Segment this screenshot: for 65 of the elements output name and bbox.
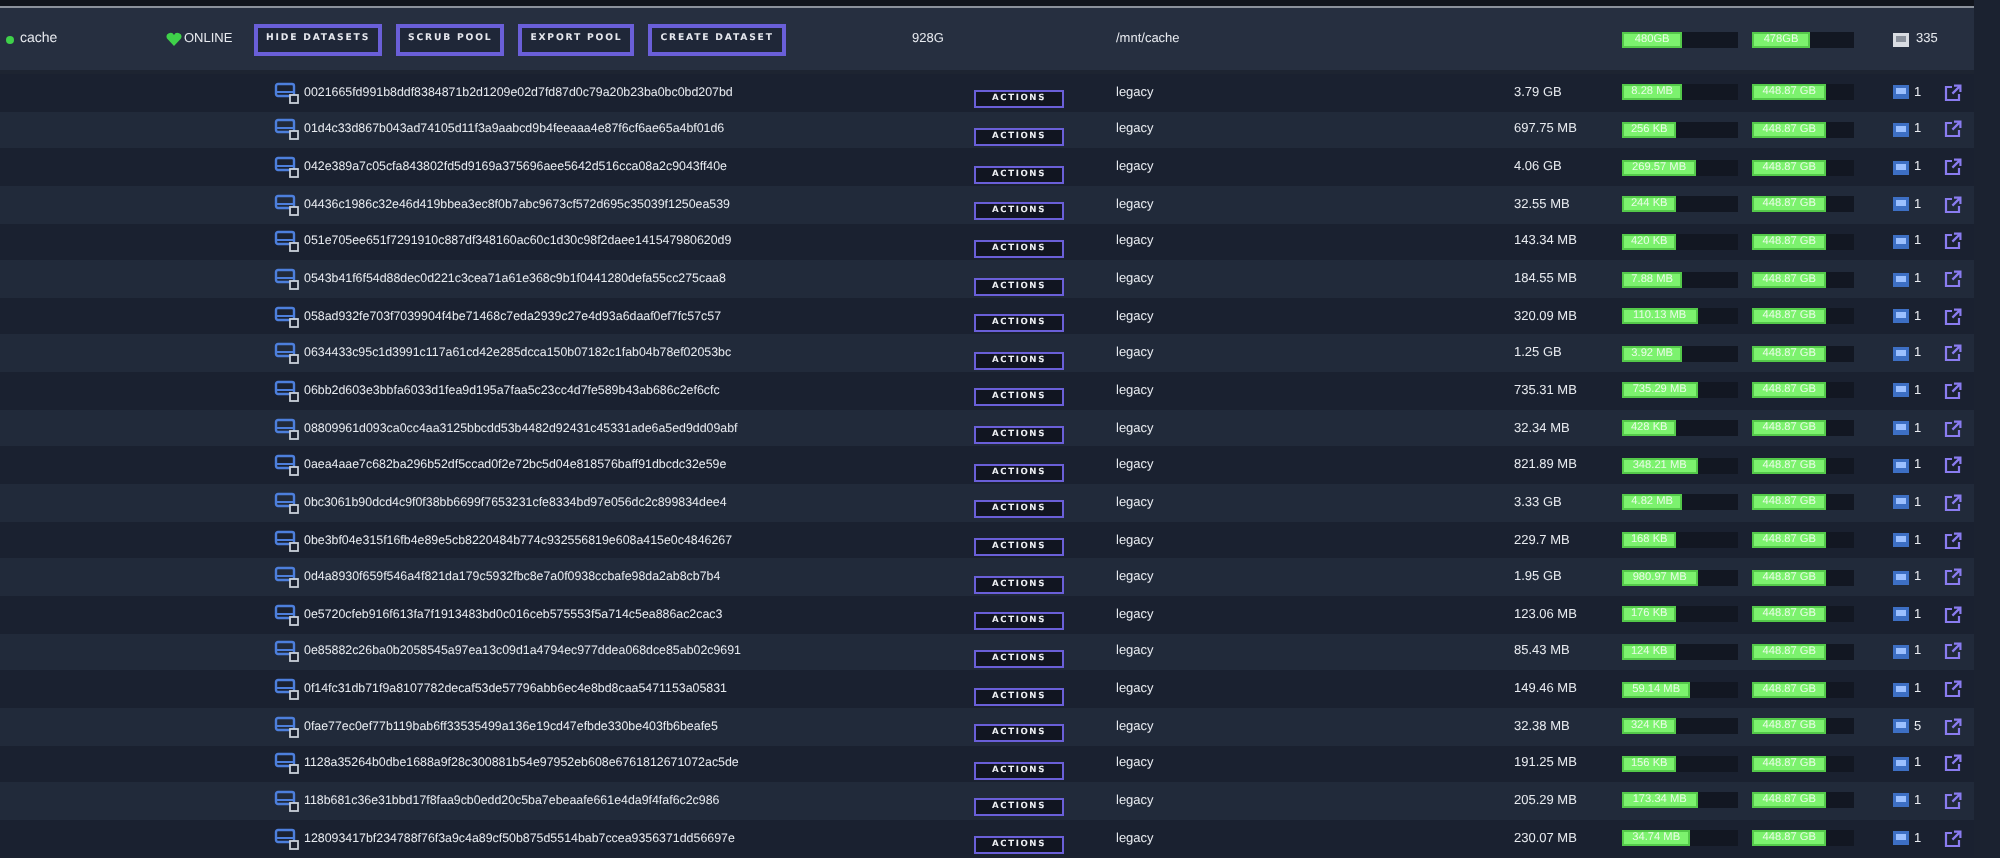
disk-icon [1892, 755, 1910, 772]
external-link-icon[interactable] [1944, 829, 1962, 848]
heart-icon [166, 32, 182, 46]
disk-icon [1892, 457, 1910, 474]
dataset-icon [274, 268, 300, 291]
disk-icon [1892, 681, 1910, 698]
external-link-icon[interactable] [1944, 195, 1962, 214]
external-link-icon[interactable] [1944, 531, 1962, 549]
external-link-icon[interactable] [1944, 120, 1962, 139]
dataset-icon [274, 640, 300, 663]
disk-icon [1892, 420, 1910, 437]
disk-icon [1892, 345, 1910, 362]
external-link-icon[interactable] [1944, 754, 1962, 773]
dataset-icon [274, 566, 300, 589]
external-link-icon[interactable] [1944, 270, 1962, 289]
external-link-icon[interactable] [1944, 568, 1962, 587]
dataset-icon [274, 454, 300, 477]
dataset-icon [274, 156, 300, 179]
disk-icon [1892, 121, 1910, 138]
disk-icon [1892, 271, 1910, 288]
external-link-icon[interactable] [1944, 307, 1962, 326]
dataset-icon [274, 603, 300, 626]
disk-icon [1892, 532, 1910, 548]
external-link-icon[interactable] [1944, 791, 1962, 810]
external-link-icon[interactable] [1944, 717, 1962, 736]
dataset-icon [274, 827, 300, 850]
external-link-icon[interactable] [1944, 642, 1962, 661]
dataset-icon [274, 417, 300, 440]
dataset-icon [274, 305, 300, 328]
disk-icon [1892, 382, 1910, 399]
external-link-icon[interactable] [1944, 419, 1962, 438]
external-link-icon[interactable] [1944, 680, 1962, 699]
external-link-icon[interactable] [1944, 158, 1962, 177]
dataset-icon [274, 230, 300, 253]
external-link-icon[interactable] [1944, 344, 1962, 363]
disk-icon [1892, 84, 1910, 101]
disk-icon [1892, 308, 1910, 325]
external-link-icon[interactable] [1944, 83, 1962, 102]
external-link-icon[interactable] [1944, 605, 1962, 624]
disk-icon [1892, 494, 1910, 511]
disk-icon [1892, 196, 1910, 213]
dataset-icon [274, 118, 300, 141]
dataset-icon [274, 789, 300, 812]
external-link-icon[interactable] [1944, 493, 1962, 512]
dataset-icon [274, 342, 300, 365]
disk-icon [1892, 31, 1910, 47]
external-link-icon[interactable] [1944, 232, 1962, 251]
disk-icon [1892, 569, 1910, 586]
dataset-icon [274, 81, 300, 104]
disk-icon [1892, 718, 1910, 735]
dataset-icon [274, 193, 300, 216]
disk-icon [1892, 792, 1910, 809]
disk-icon [1892, 830, 1910, 847]
disk-icon [1892, 606, 1910, 623]
disk-icon [1892, 643, 1910, 660]
dataset-icon [274, 529, 300, 551]
dataset-icon [274, 491, 300, 514]
disk-icon [1892, 159, 1910, 176]
dataset-icon [274, 678, 300, 701]
external-link-icon[interactable] [1944, 381, 1962, 400]
dataset-icon [274, 715, 300, 738]
dataset-icon [274, 379, 300, 402]
external-link-icon[interactable] [1944, 456, 1962, 475]
dataset-icon [274, 752, 300, 775]
disk-icon [1892, 233, 1910, 250]
